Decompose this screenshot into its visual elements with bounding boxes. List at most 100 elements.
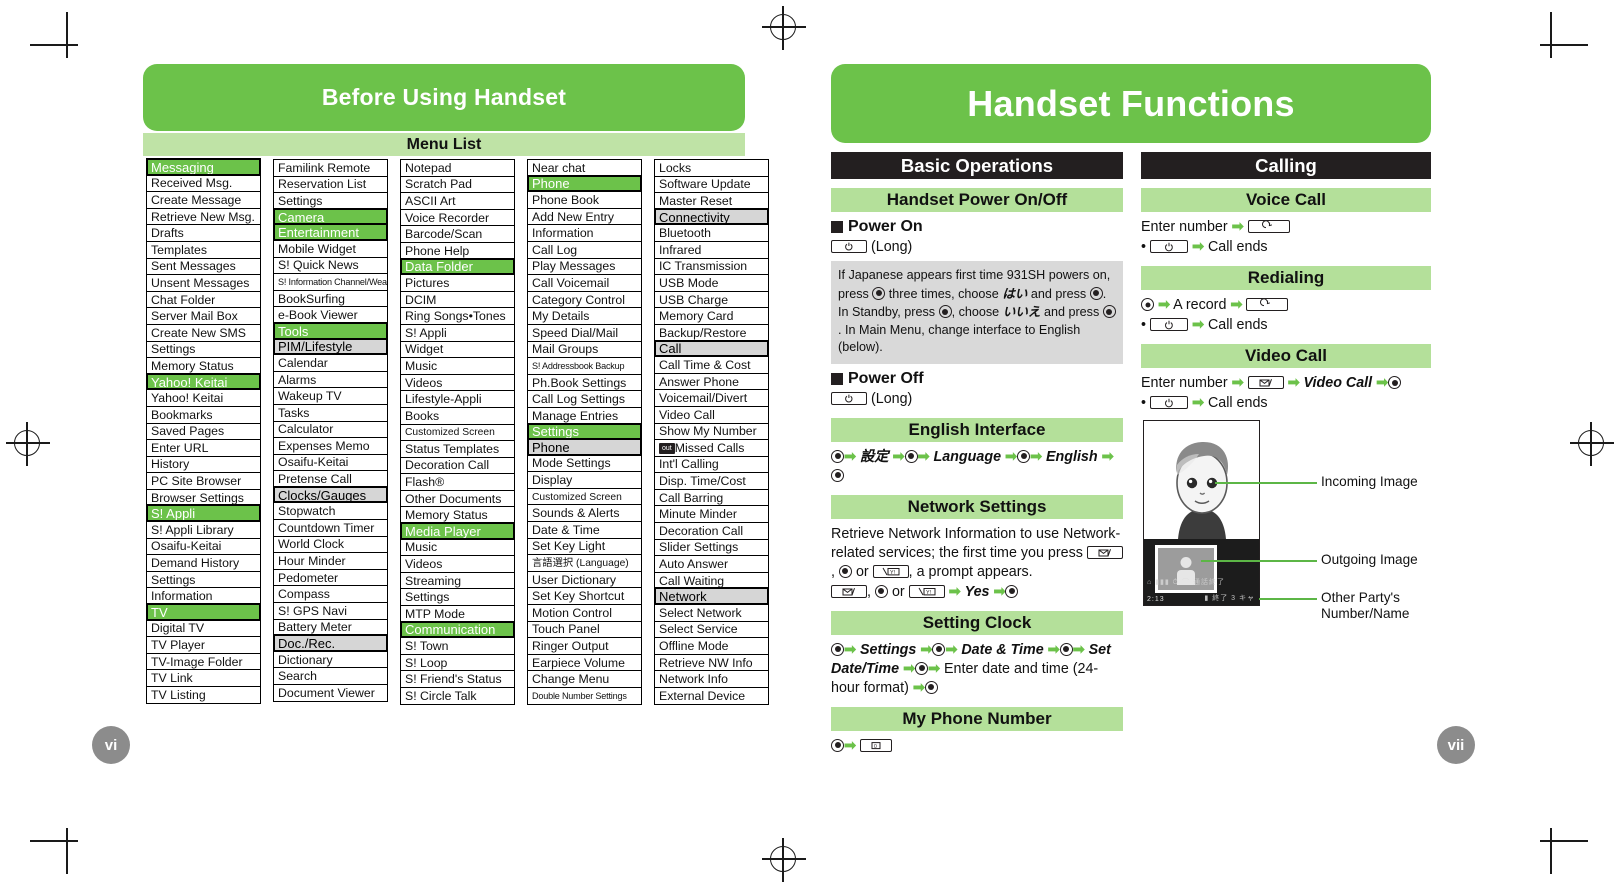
menu-item[interactable]: Decoration Call — [400, 456, 515, 475]
menu-item[interactable]: Unsent Messages — [146, 274, 261, 292]
menu-item[interactable]: Search — [273, 667, 388, 685]
menu-item[interactable]: Templates — [146, 240, 261, 259]
menu-item[interactable]: S! Appli — [146, 504, 261, 523]
menu-item[interactable]: Play Messages — [527, 257, 642, 276]
menu-item[interactable]: Received Msg. — [146, 174, 261, 193]
menu-item[interactable]: Status Templates — [400, 440, 515, 458]
menu-item[interactable]: Call Log — [527, 240, 642, 259]
menu-item[interactable]: TV Player — [146, 636, 261, 654]
menu-item[interactable]: Pictures — [400, 274, 515, 292]
menu-item[interactable]: Create Message — [146, 191, 261, 209]
menu-item[interactable]: DCIM — [400, 290, 515, 309]
menu-item[interactable]: out Missed Calls — [654, 439, 769, 457]
menu-item[interactable]: Pedometer — [273, 568, 388, 587]
menu-item[interactable]: Set Key Shortcut — [527, 587, 642, 606]
menu-item[interactable]: Memory Card — [654, 307, 769, 325]
menu-item[interactable]: Select Network — [654, 604, 769, 622]
menu-item[interactable]: Browser Settings — [146, 488, 261, 507]
menu-item[interactable]: S! Loop — [400, 653, 515, 672]
menu-item[interactable]: S! Friend's Status — [400, 670, 515, 688]
menu-item[interactable]: Video Call — [654, 405, 769, 424]
menu-item[interactable]: Bookmarks — [146, 405, 261, 424]
menu-item[interactable]: Create New SMS — [146, 323, 261, 342]
menu-item[interactable]: Media Player — [400, 522, 515, 540]
menu-item[interactable]: Hour Minder — [273, 552, 388, 570]
menu-item[interactable]: Information — [527, 224, 642, 242]
menu-item[interactable]: Bluetooth — [654, 224, 769, 242]
menu-item[interactable]: ASCII Art — [400, 192, 515, 210]
menu-item[interactable]: Display — [527, 471, 642, 489]
menu-item[interactable]: Videos — [400, 373, 515, 392]
menu-item[interactable]: Scratch Pad — [400, 175, 515, 194]
menu-item[interactable]: S! Town — [400, 637, 515, 655]
menu-item[interactable]: Dictionary — [273, 650, 388, 669]
menu-item[interactable]: Messaging — [146, 158, 261, 176]
menu-item[interactable]: Document Viewer — [273, 684, 388, 702]
menu-item[interactable]: Mode Settings — [527, 454, 642, 473]
menu-item[interactable]: Entertainment — [273, 223, 388, 241]
menu-item[interactable]: Add New Entry — [527, 207, 642, 226]
menu-item[interactable]: Mail Groups — [527, 340, 642, 359]
menu-item[interactable]: Ringer Output — [527, 637, 642, 655]
menu-item[interactable]: Sent Messages — [146, 257, 261, 276]
menu-item[interactable]: Calendar — [273, 354, 388, 372]
menu-item[interactable]: Yahoo! Keitai — [146, 389, 261, 407]
menu-item[interactable]: Drafts — [146, 224, 261, 242]
menu-item[interactable]: Sounds & Alerts — [527, 504, 642, 523]
menu-item[interactable]: Show My Number — [654, 422, 769, 441]
menu-item[interactable]: Locks — [654, 159, 769, 177]
menu-item[interactable]: Phone Book — [527, 191, 642, 209]
menu-item[interactable]: Double Number Settings — [527, 687, 642, 705]
menu-item[interactable]: User Dictionary — [527, 570, 642, 589]
menu-item[interactable]: 言語選択 (Language) — [527, 554, 642, 572]
menu-item[interactable]: Settings — [146, 570, 261, 589]
menu-item[interactable]: Mobile Widget — [273, 239, 388, 258]
menu-item[interactable]: S! GPS Navi — [273, 602, 388, 620]
menu-item[interactable]: Saved Pages — [146, 422, 261, 441]
menu-item[interactable]: Change Menu — [527, 670, 642, 688]
menu-item[interactable]: External Device — [654, 687, 769, 705]
menu-item[interactable]: Compass — [273, 585, 388, 604]
menu-item[interactable]: Reservation List — [273, 175, 388, 194]
menu-item[interactable]: Alarms — [273, 370, 388, 389]
menu-item[interactable]: Voice Recorder — [400, 208, 515, 227]
menu-item[interactable]: TV Listing — [146, 686, 261, 704]
menu-item[interactable]: Infrared — [654, 240, 769, 259]
menu-item[interactable]: Offline Mode — [654, 637, 769, 655]
menu-item[interactable]: PC Site Browser — [146, 472, 261, 490]
menu-item[interactable]: Date & Time — [527, 521, 642, 539]
menu-item[interactable]: Demand History — [146, 554, 261, 572]
menu-item[interactable]: Lifestyle-Appli — [400, 390, 515, 408]
menu-item[interactable]: USB Mode — [654, 274, 769, 292]
menu-item[interactable]: Set Key Light — [527, 537, 642, 556]
menu-item[interactable]: USB Charge — [654, 290, 769, 309]
menu-item[interactable]: Music — [400, 357, 515, 375]
menu-item[interactable]: Music — [400, 538, 515, 557]
menu-item[interactable]: Clocks/Gauges — [273, 485, 388, 504]
menu-item[interactable]: Ring Songs•Tones — [400, 307, 515, 325]
menu-item[interactable]: Minute Minder — [654, 505, 769, 524]
menu-item[interactable]: Settings — [146, 340, 261, 359]
menu-item[interactable]: Call — [654, 339, 769, 358]
menu-item[interactable]: S! Circle Talk — [400, 687, 515, 705]
menu-item[interactable]: Osaifu-Keitai — [273, 453, 388, 472]
menu-item[interactable]: Familink Remote — [273, 159, 388, 177]
menu-item[interactable]: S! Appli Library — [146, 521, 261, 539]
menu-item[interactable]: Yahoo! Keitai — [146, 372, 261, 391]
menu-item[interactable]: Earpiece Volume — [527, 653, 642, 672]
menu-item[interactable]: Doc./Rec. — [273, 634, 388, 652]
menu-item[interactable]: Communication — [400, 620, 515, 639]
menu-item[interactable]: Stopwatch — [273, 502, 388, 521]
menu-item[interactable]: Customized Screen — [400, 423, 515, 442]
menu-item[interactable]: Videos — [400, 555, 515, 573]
menu-item[interactable]: Countdown Timer — [273, 519, 388, 537]
menu-item[interactable]: TV-Image Folder — [146, 652, 261, 671]
menu-item[interactable]: Touch Panel — [527, 620, 642, 639]
menu-item[interactable]: S! Quick News — [273, 256, 388, 275]
menu-item[interactable]: Decoration Call — [654, 522, 769, 540]
menu-item[interactable]: Server Mail Box — [146, 307, 261, 325]
menu-item[interactable]: Answer Phone — [654, 372, 769, 391]
menu-item[interactable]: BookSurfing — [273, 289, 388, 308]
menu-item[interactable]: Disp. Time/Cost — [654, 472, 769, 490]
menu-item[interactable]: Other Documents — [400, 489, 515, 508]
